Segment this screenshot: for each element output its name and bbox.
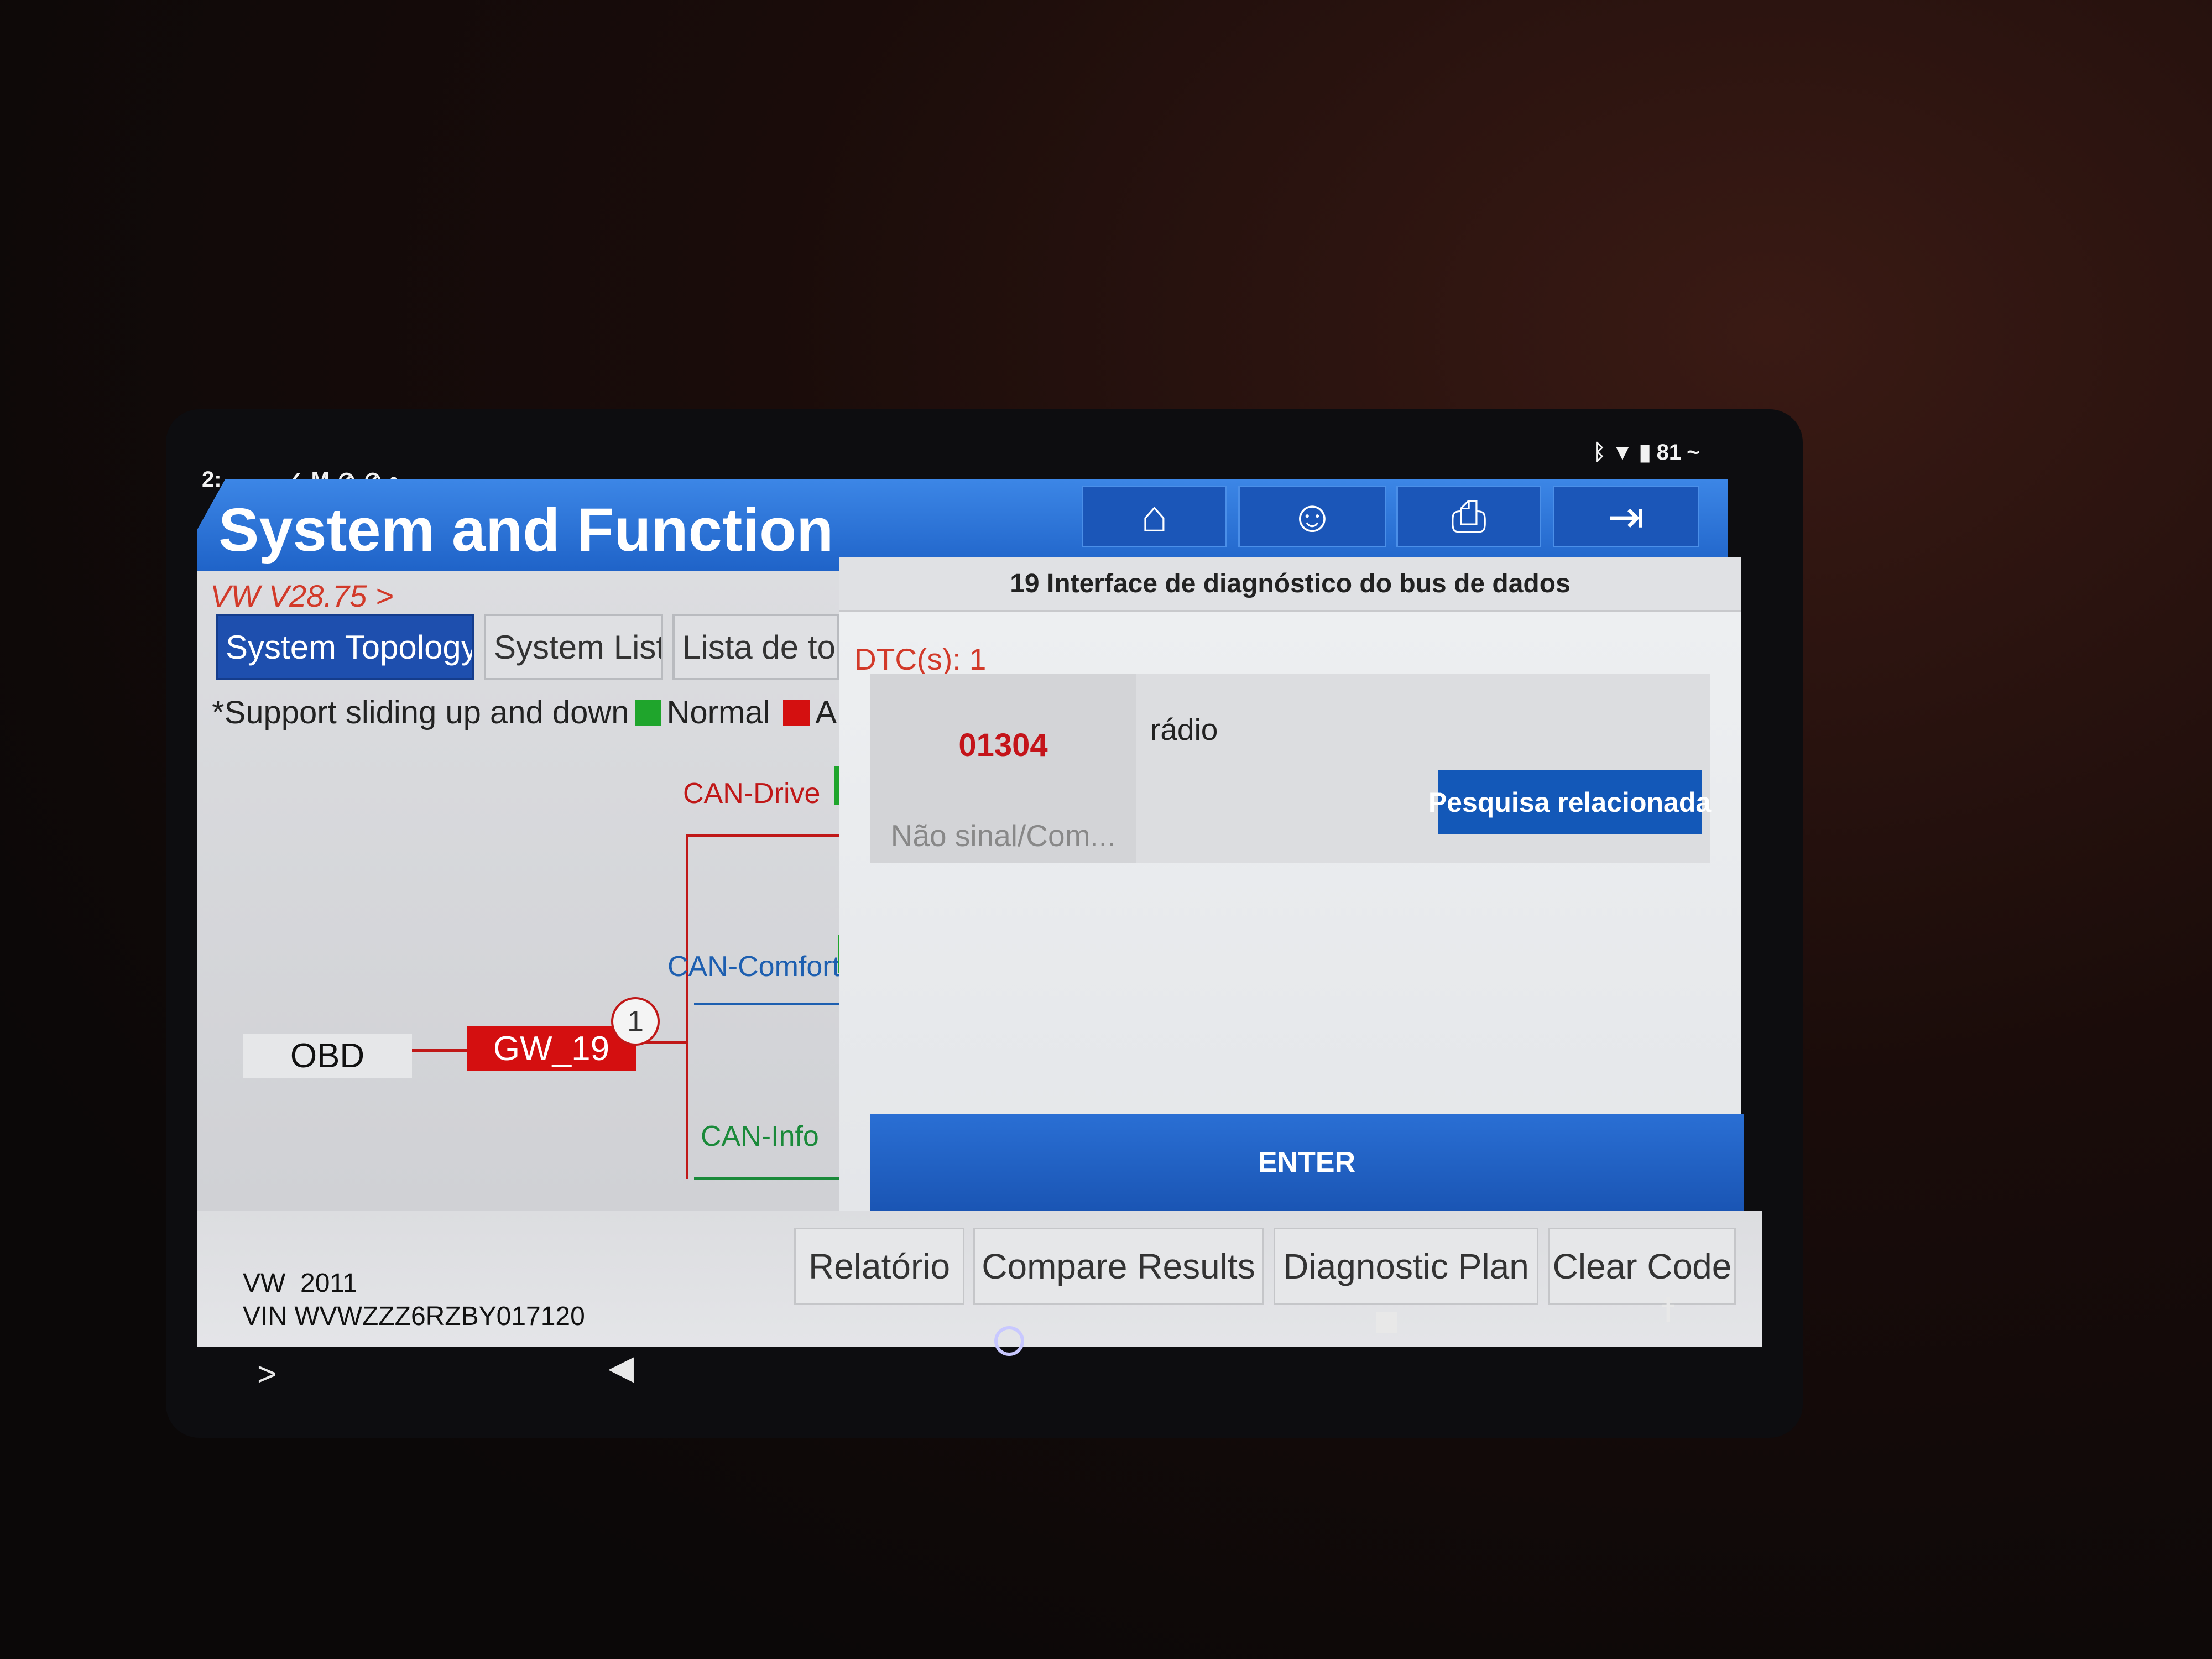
print-button[interactable]: ⎙ <box>1396 486 1541 547</box>
clear-code-button[interactable]: Clear Code <box>1548 1228 1736 1305</box>
legend: *Support sliding up and down Normal A <box>212 694 837 731</box>
compare-results-button[interactable]: Compare Results <box>973 1228 1264 1305</box>
status-right: ᛒ ▼ ▮ 81 ~ <box>1593 440 1699 465</box>
gateway-node[interactable]: GW_19 <box>467 1026 636 1071</box>
tab-system-list[interactable]: System List <box>484 614 663 680</box>
legend-hint: *Support sliding up and down <box>212 695 629 731</box>
report-button[interactable]: Relatório <box>794 1228 964 1305</box>
exit-icon: ⇥ <box>1607 492 1645 541</box>
vehicle-make-year: VW 2011 <box>243 1269 358 1298</box>
can-comfort-label: CAN-Comfort <box>667 951 841 983</box>
support-button[interactable]: ☺ <box>1238 486 1386 547</box>
dtc-count: DTC(s): 1 <box>854 642 987 676</box>
support-user-icon: ☺ <box>1290 492 1335 541</box>
can-info-line <box>694 1177 852 1180</box>
gateway-dtc-badge: 1 <box>611 997 660 1046</box>
print-icon: ⎙ <box>1451 491 1486 541</box>
tab-system-topology[interactable]: System Topology <box>216 614 474 680</box>
can-comfort-line <box>694 1003 852 1005</box>
battery-level: 81 <box>1656 440 1682 465</box>
page-title: System and Function <box>218 496 834 564</box>
enter-button[interactable]: ENTER <box>870 1114 1744 1211</box>
wifi-icon: ▼ <box>1611 440 1634 465</box>
dtc-row[interactable]: 01304 Não sinal/Com... rádio Pesquisa re… <box>870 674 1711 863</box>
obd-node[interactable]: OBD <box>243 1034 412 1078</box>
can-drive-line <box>686 834 846 837</box>
version-link[interactable]: VW V28.75 > <box>210 578 394 614</box>
legend-abnormal-label: A <box>815 695 837 731</box>
recents-icon[interactable] <box>1376 1312 1397 1333</box>
dialog-title: 19 Interface de diagnóstico do bus de da… <box>839 557 1741 612</box>
dtc-status: Não sinal/Com... <box>890 818 1116 853</box>
vehicle-vin: VIN WVWZZZ6RZBY017120 <box>243 1302 585 1331</box>
diagnostic-plan-button[interactable]: Diagnostic Plan <box>1274 1228 1538 1305</box>
charging-icon: ~ <box>1687 440 1700 465</box>
expand-icon[interactable]: > <box>257 1355 276 1393</box>
can-info-label: CAN-Info <box>701 1120 819 1152</box>
dtc-code-cell: 01304 Não sinal/Com... <box>870 674 1136 863</box>
accessibility-icon[interactable]: ☨ <box>1659 1291 1677 1330</box>
dtc-description: rádio <box>1150 712 1218 747</box>
legend-normal-label: Normal <box>666 695 770 731</box>
back-icon[interactable]: ◀ <box>608 1348 634 1387</box>
home-circle-icon[interactable] <box>994 1326 1024 1356</box>
home-button[interactable]: ⌂ <box>1082 486 1227 547</box>
legend-abnormal-swatch <box>783 699 810 726</box>
exit-button[interactable]: ⇥ <box>1553 486 1699 547</box>
legend-normal-swatch <box>634 699 661 726</box>
tab-lista-de-todos[interactable]: Lista de to <box>672 614 839 680</box>
obd-link <box>412 1049 467 1052</box>
related-search-button[interactable]: Pesquisa relacionada <box>1428 770 1711 834</box>
can-drive-label: CAN-Drive <box>683 778 821 810</box>
bluetooth-icon: ᛒ <box>1593 440 1606 465</box>
dtc-code: 01304 <box>958 727 1048 763</box>
battery-icon: ▮ <box>1639 440 1651 465</box>
bus-trunk <box>686 835 688 1179</box>
home-icon: ⌂ <box>1141 492 1168 541</box>
status-time: 2: <box>202 467 222 492</box>
